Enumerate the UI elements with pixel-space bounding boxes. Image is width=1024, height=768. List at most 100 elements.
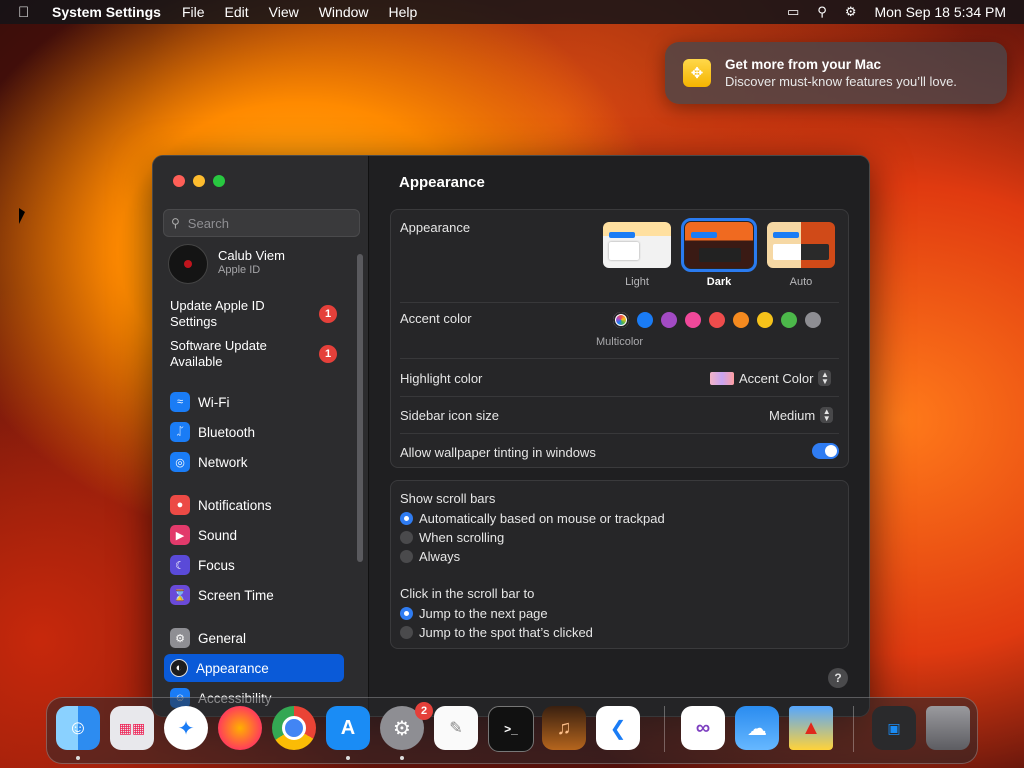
finder-icon[interactable]: ☺ — [56, 706, 100, 750]
accent-blue-swatch[interactable] — [637, 312, 653, 328]
globe-icon: ◎ — [170, 452, 190, 472]
control-center-icon[interactable]: ⚙ — [845, 4, 857, 20]
chevron-updown-icon: ▲ ▼ — [818, 370, 832, 386]
sidebar-item-label: Focus — [198, 557, 235, 573]
radio-scroll-when-scrolling[interactable]: When scrolling — [400, 530, 504, 545]
alert-badge: 1 — [319, 305, 337, 323]
vscode-icon[interactable]: ❮ — [596, 706, 640, 750]
radio-scroll-automatic[interactable]: Automatically based on mouse or trackpad — [400, 511, 665, 526]
show-scroll-bars-label: Show scroll bars — [400, 491, 496, 506]
accent-red-swatch[interactable] — [709, 312, 725, 328]
minimize-window-button[interactable] — [193, 175, 205, 187]
recent-apps-stack-icon[interactable]: ▣ — [872, 706, 916, 750]
terminal-icon[interactable]: >_ — [488, 706, 534, 752]
radio-scroll-always[interactable]: Always — [400, 549, 460, 564]
alert-badge: 1 — [319, 345, 337, 363]
accent-green-swatch[interactable] — [781, 312, 797, 328]
sidebar-item-sound[interactable]: ▶ Sound — [164, 521, 344, 549]
sidebar-item-label: Wi-Fi — [198, 394, 230, 410]
notification-banner[interactable]: ✥ Get more from your Mac Discover must-k… — [665, 42, 1007, 104]
sidebar-item-label: Screen Time — [198, 587, 274, 603]
accent-yellow-swatch[interactable] — [757, 312, 773, 328]
wifi-icon: ≈ — [170, 392, 190, 412]
appearance-light-option[interactable] — [603, 222, 671, 268]
trash-icon[interactable] — [926, 706, 970, 750]
menu-edit[interactable]: Edit — [225, 4, 249, 20]
radio-label: When scrolling — [419, 530, 505, 545]
menu-window[interactable]: Window — [319, 4, 369, 20]
click-scroll-bar-label: Click in the scroll bar to — [400, 586, 535, 601]
menu-view[interactable]: View — [269, 4, 299, 20]
window-controls — [173, 175, 225, 187]
sidebar-item-appearance[interactable]: ◐ Appearance — [164, 654, 344, 682]
moon-icon: ☾ — [170, 555, 190, 575]
accent-pink-swatch[interactable] — [685, 312, 701, 328]
app-store-icon[interactable]: A — [326, 706, 370, 750]
profile-name: Calub Viem — [218, 248, 285, 263]
menu-help[interactable]: Help — [389, 4, 418, 20]
sidebar-item-bluetooth[interactable]: ᛢ Bluetooth — [164, 418, 344, 446]
sidebar-item-screen-time[interactable]: ⌛ Screen Time — [164, 581, 344, 609]
highlight-color-label: Highlight color — [400, 371, 483, 386]
notification-body: Discover must-know features you’ll love. — [725, 74, 957, 89]
chrome-icon[interactable] — [272, 706, 316, 750]
visual-studio-icon[interactable]: ∞ — [681, 706, 725, 750]
bluetooth-icon: ᛢ — [170, 422, 190, 442]
wallpaper-tinting-label: Allow wallpaper tinting in windows — [400, 445, 596, 460]
speaker-icon: ▶ — [170, 525, 190, 545]
radio-jump-to-spot[interactable]: Jump to the spot that’s clicked — [400, 625, 593, 640]
textedit-icon[interactable]: ✎ — [434, 706, 478, 750]
sidebar-item-focus[interactable]: ☾ Focus — [164, 551, 344, 579]
sidebar-item-label: Notifications — [198, 497, 272, 513]
game-icon[interactable]: ▲ — [789, 706, 833, 750]
accent-purple-swatch[interactable] — [661, 312, 677, 328]
radio-selected-icon — [400, 512, 413, 525]
highlight-color-popup[interactable]: Accent Color ▲ ▼ — [710, 370, 832, 386]
sidebar-item-label: Sound — [198, 527, 238, 543]
menu-clock[interactable]: Mon Sep 18 5:34 PM — [874, 4, 1006, 20]
firefox-icon[interactable] — [218, 706, 262, 750]
wallpaper-tinting-toggle[interactable] — [812, 443, 839, 459]
sidebar-scrollbar[interactable] — [357, 254, 363, 562]
radio-selected-icon — [400, 607, 413, 620]
sidebar-alert-software-update[interactable]: Software Update Available — [170, 338, 310, 370]
radio-jump-next-page[interactable]: Jump to the next page — [400, 606, 548, 621]
sidebar-icon-size-popup[interactable]: Medium ▲ ▼ — [769, 407, 834, 423]
radio-unselected-icon — [400, 531, 413, 544]
system-settings-window: ⚲ Search Calub Viem Apple ID Update Appl… — [152, 155, 870, 717]
appearance-auto-option[interactable] — [767, 222, 835, 268]
radio-label: Jump to the spot that’s clicked — [419, 625, 593, 640]
sidebar-item-notifications[interactable]: ● Notifications — [164, 491, 344, 519]
gear-icon: ⚙ — [170, 628, 190, 648]
safari-icon[interactable]: ✦ — [164, 706, 208, 750]
launchpad-icon[interactable]: ▦▦ — [110, 706, 154, 750]
spotlight-search-icon[interactable]: ⚲ — [817, 4, 827, 20]
menu-bar:  System Settings File Edit View Window … — [0, 0, 1024, 24]
weather-icon[interactable]: ☁ — [735, 706, 779, 750]
close-window-button[interactable] — [173, 175, 185, 187]
avatar — [168, 244, 208, 284]
screen-mirroring-icon[interactable]: ▭ — [787, 4, 799, 20]
menu-file[interactable]: File — [182, 4, 205, 20]
radio-unselected-icon — [400, 626, 413, 639]
appearance-dark-option[interactable] — [681, 218, 757, 272]
radio-label: Always — [419, 549, 461, 564]
sidebar-item-general[interactable]: ⚙ General — [164, 624, 344, 652]
accent-multicolor-swatch[interactable] — [613, 312, 629, 328]
menu-app-name[interactable]: System Settings — [52, 4, 161, 20]
sidebar-alert-apple-id[interactable]: Update Apple ID Settings — [170, 298, 310, 330]
apple-id-profile[interactable]: Calub Viem Apple ID — [168, 244, 285, 284]
zoom-window-button[interactable] — [213, 175, 225, 187]
sidebar-item-wifi[interactable]: ≈ Wi-Fi — [164, 388, 344, 416]
apple-menu-icon[interactable]:  — [18, 4, 36, 21]
help-button[interactable]: ? — [828, 668, 848, 688]
bell-icon: ● — [170, 495, 190, 515]
garageband-icon[interactable]: ♫ — [542, 706, 586, 750]
accent-graphite-swatch[interactable] — [805, 312, 821, 328]
search-field[interactable]: ⚲ Search — [163, 209, 360, 237]
accent-orange-swatch[interactable] — [733, 312, 749, 328]
sidebar-item-network[interactable]: ◎ Network — [164, 448, 344, 476]
chevron-updown-icon: ▲ ▼ — [820, 407, 834, 423]
lightbulb-icon: ✥ — [683, 59, 711, 87]
sidebar-icon-size-value: Medium — [769, 407, 816, 423]
